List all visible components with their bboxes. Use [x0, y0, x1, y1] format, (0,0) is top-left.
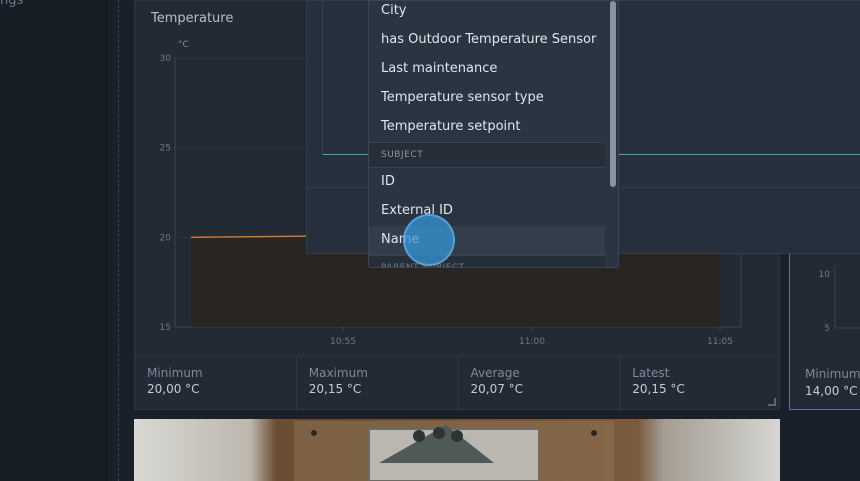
stat-value: 20,15 °C	[632, 382, 685, 396]
dropdown-section-subject: SUBJECT	[369, 142, 605, 168]
stat-value: 20,00 °C	[147, 382, 200, 396]
stat-value: 20,07 °C	[470, 382, 524, 396]
dropdown-item-external-id[interactable]: External ID	[369, 197, 605, 226]
y-tick-label: 20	[160, 233, 172, 243]
stat-minimum: Minimum 20,00 °C	[135, 357, 297, 411]
stat-maximum: Maximum 20,15 °C	[297, 357, 459, 411]
dropdown-item-city[interactable]: City	[369, 1, 605, 26]
attribute-dropdown: City has Outdoor Temperature Sensor Last…	[368, 0, 619, 268]
x-tick-label: 10:55	[330, 337, 356, 347]
x-tick-label: 11:05	[707, 337, 733, 347]
y-tick-label: 25	[160, 144, 171, 154]
dropdown-item-name[interactable]: Name	[369, 226, 605, 255]
dropdown-item-last-maintenance[interactable]: Last maintenance	[369, 55, 605, 84]
y-tick-label: 10	[819, 270, 831, 280]
y-axis-unit: °C	[178, 40, 189, 50]
sidebar: ngs	[0, 0, 107, 481]
resize-handle[interactable]	[768, 398, 776, 406]
second-widget: 10 5 Minimum 14,00 °C	[789, 245, 860, 410]
dropdown-section-parent-subject: PARENT SUBJECT	[369, 255, 605, 267]
sidebar-item-label[interactable]: ngs	[0, 0, 23, 8]
x-tick-label: 11:00	[519, 337, 545, 347]
stat-label: Minimum	[147, 366, 203, 380]
stat-value: 14,00 °C	[805, 384, 858, 398]
dropdown-item-setpoint[interactable]: Temperature setpoint	[369, 113, 605, 142]
stat-latest: Latest 20,15 °C	[620, 357, 781, 411]
stat-value: 20,15 °C	[308, 382, 362, 396]
sensor-photo	[134, 419, 780, 481]
y-tick-label: 30	[160, 54, 172, 64]
stats-row: Minimum 20,00 °C Maximum 20,15 °C Averag…	[135, 356, 781, 411]
y-tick-label: 5	[824, 324, 830, 334]
drop-guide-line	[118, 0, 119, 481]
dropdown-item-outdoor-sensor[interactable]: has Outdoor Temperature Sensor	[369, 26, 605, 55]
stat-label: Maximum	[308, 366, 368, 380]
dropdown-item-sensor-type[interactable]: Temperature sensor type	[369, 84, 605, 113]
stat-label: Latest	[632, 366, 670, 380]
stat-label: Minimum	[805, 367, 860, 381]
y-tick-label: 15	[160, 323, 171, 333]
dropdown-scrollbar-thumb[interactable]	[610, 1, 616, 187]
stat-label: Average	[470, 366, 520, 380]
dropdown-item-id[interactable]: ID	[369, 168, 605, 197]
stat-average: Average 20,07 °C	[459, 357, 621, 411]
image-widget	[134, 419, 780, 481]
